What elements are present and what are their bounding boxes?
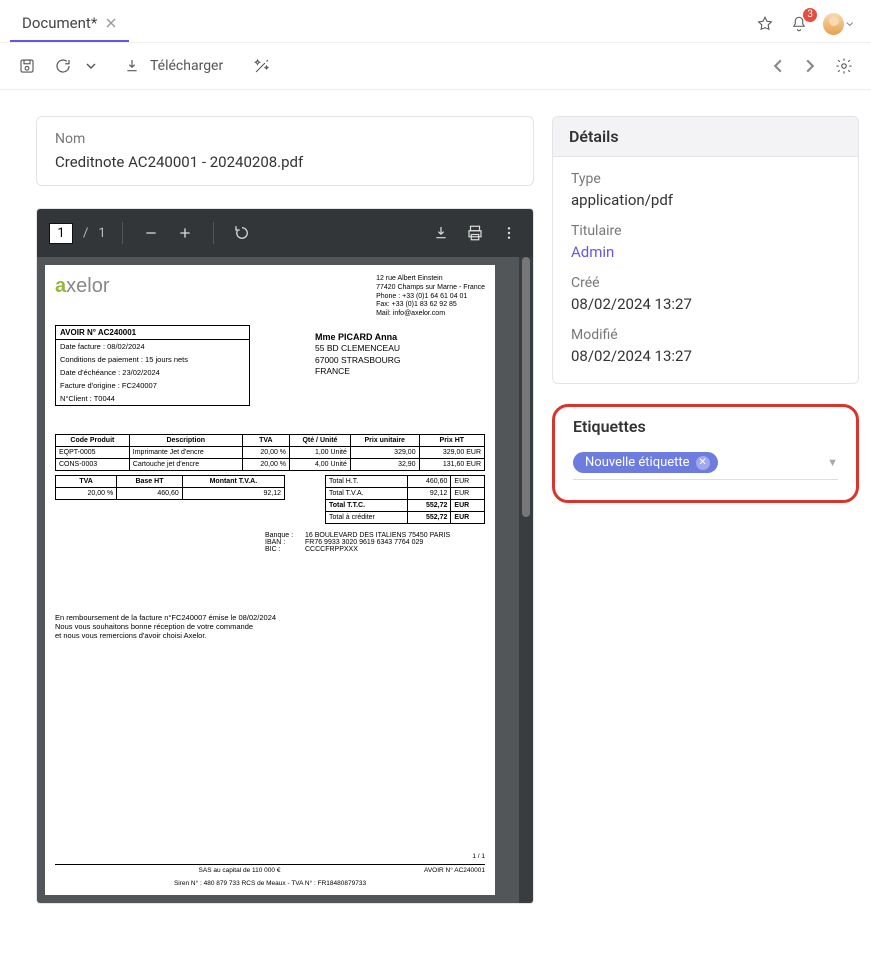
- owner-label: Titulaire: [571, 223, 840, 239]
- doc-bank: Banque :16 BOULEVARD DES ITALIENS 75450 …: [265, 532, 485, 553]
- modified-label: Modifié: [571, 327, 840, 343]
- pdf-scrollbar[interactable]: [519, 257, 533, 903]
- doc-logo: axelor: [55, 275, 109, 319]
- pdf-toolbar: 1 / 1: [37, 209, 533, 257]
- type-value: application/pdf: [571, 191, 840, 209]
- tag-remove-icon[interactable]: ✕: [696, 456, 710, 470]
- pdf-page-total: 1: [98, 226, 105, 241]
- tab-bar: Document* 3: [0, 0, 871, 43]
- doc-company-address: 12 rue Albert Einstein 77420 Champs sur …: [376, 275, 485, 319]
- pdf-page-sep: /: [83, 226, 88, 241]
- doc-footer: 1 / 1 SAS au capital de 110 000 €AVOIR N…: [55, 853, 485, 887]
- tags-dropdown-icon[interactable]: ▼: [827, 456, 838, 469]
- pdf-page-input[interactable]: 1: [49, 223, 73, 244]
- prev-button[interactable]: [767, 55, 789, 77]
- owner-value[interactable]: Admin: [571, 243, 840, 261]
- doc-lines-table: Code ProduitDescriptionTVAQté / UnitéPri…: [55, 434, 485, 471]
- settings-icon[interactable]: [831, 53, 857, 79]
- tab-document[interactable]: Document*: [10, 6, 129, 42]
- avatar-icon: [823, 13, 844, 35]
- tag-chip[interactable]: Nouvelle étiquette ✕: [573, 452, 718, 473]
- download-label[interactable]: Télécharger: [150, 58, 223, 74]
- print-icon[interactable]: [463, 221, 487, 245]
- tags-panel: Etiquettes Nouvelle étiquette ✕ ▼: [552, 404, 859, 503]
- zoom-out-icon[interactable]: [139, 221, 163, 245]
- created-value: 08/02/2024 13:27: [571, 295, 840, 313]
- download-pdf-icon[interactable]: [429, 221, 453, 245]
- tags-input[interactable]: Nouvelle étiquette ✕ ▼: [573, 452, 838, 480]
- zoom-in-icon[interactable]: [173, 221, 197, 245]
- pdf-page: axelor 12 rue Albert Einstein 77420 Cham…: [45, 265, 495, 895]
- close-tab-icon[interactable]: [105, 17, 117, 29]
- rotate-icon[interactable]: [230, 221, 254, 245]
- pdf-viewer: 1 / 1 axelor 12 rue A: [36, 208, 534, 904]
- created-label: Créé: [571, 275, 840, 291]
- more-icon[interactable]: [497, 221, 521, 245]
- doc-note: En remboursement de la facture n°FC24000…: [55, 613, 485, 640]
- tab-title: Document*: [22, 14, 97, 32]
- name-label: Nom: [55, 131, 515, 147]
- notification-badge: 3: [803, 8, 817, 22]
- name-card: Nom Creditnote AC240001 - 20240208.pdf: [36, 116, 534, 186]
- star-icon[interactable]: [755, 14, 775, 34]
- refresh-dropdown[interactable]: [82, 57, 100, 75]
- doc-customer: Mme PICARD Anna 55 BD CLEMENCEAU 67000 S…: [315, 331, 401, 378]
- user-menu[interactable]: [823, 14, 853, 34]
- type-label: Type: [571, 171, 840, 187]
- doc-info-box: AVOIR N° AC240001 Date facture : 08/02/2…: [55, 325, 250, 406]
- next-button[interactable]: [799, 55, 821, 77]
- pdf-body: axelor 12 rue Albert Einstein 77420 Cham…: [37, 257, 533, 903]
- modified-value: 08/02/2024 13:27: [571, 347, 840, 365]
- bell-icon[interactable]: 3: [789, 14, 809, 34]
- save-button[interactable]: [14, 53, 40, 79]
- toolbar: Télécharger: [0, 43, 871, 90]
- details-panel: Détails Type application/pdf Titulaire Adm…: [552, 116, 859, 384]
- refresh-button[interactable]: [50, 53, 76, 79]
- name-value: Creditnote AC240001 - 20240208.pdf: [55, 153, 515, 171]
- doc-tva-table: TVABase HTMontant T.V.A. 20,00 %460,6092…: [55, 475, 285, 500]
- magic-wand-button[interactable]: [249, 53, 275, 79]
- tags-title: Etiquettes: [573, 417, 838, 436]
- tag-label: Nouvelle étiquette: [585, 455, 690, 470]
- download-icon[interactable]: [120, 54, 144, 78]
- details-title: Détails: [553, 117, 858, 157]
- doc-totals-table: Total H.T.460,60EUR Total T.V.A.92,12EUR…: [325, 475, 485, 524]
